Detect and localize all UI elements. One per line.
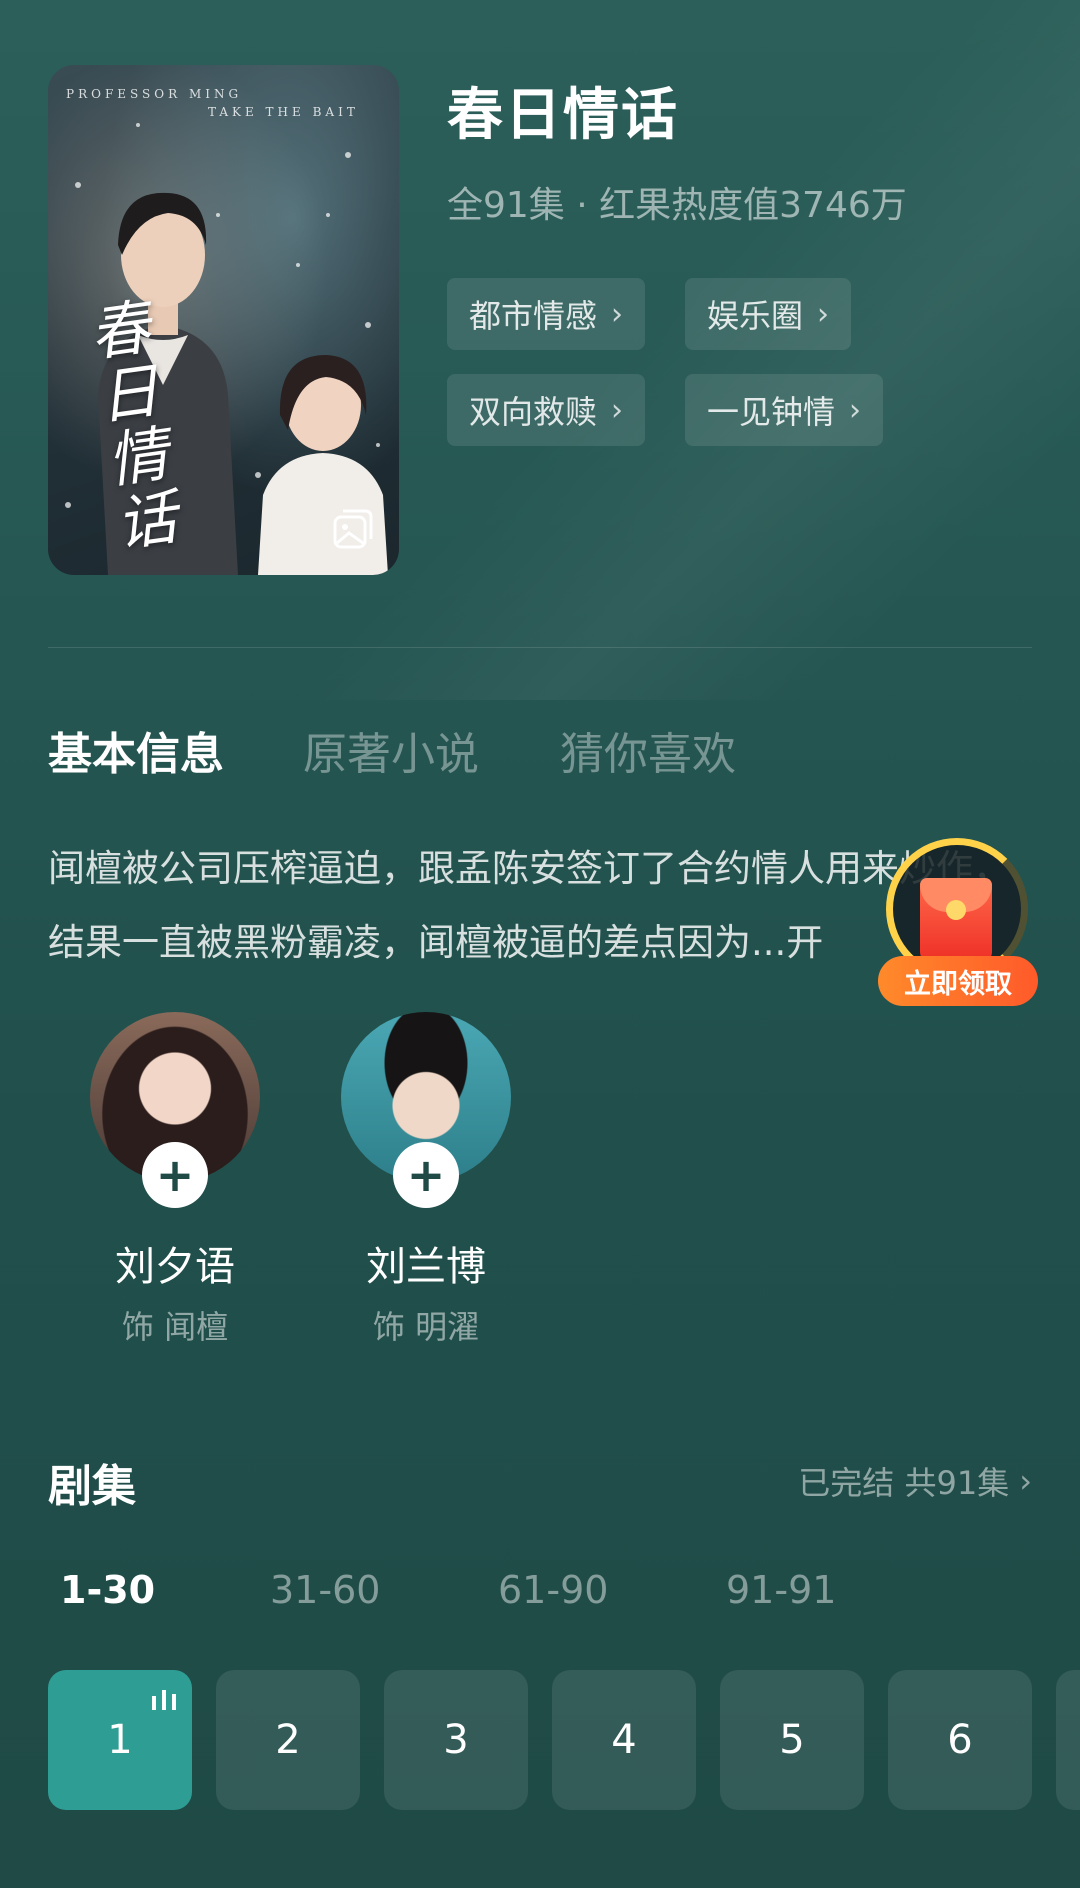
- range-tab[interactable]: 61-90: [498, 1568, 608, 1612]
- chevron-right-icon: ›: [611, 296, 624, 332]
- episode-button[interactable]: 3: [384, 1670, 528, 1810]
- episode-number: 2: [275, 1717, 301, 1763]
- episodes-status-link[interactable]: 已完结 共91集 ›: [798, 1458, 1032, 1504]
- cast-name: 刘夕语: [115, 1244, 235, 1290]
- poster-english-subtitle: TAKE THE BAIT: [208, 105, 359, 119]
- chevron-right-icon: ›: [1019, 1462, 1032, 1500]
- tag-love-at-first-sight[interactable]: 一见钟情 ›: [685, 374, 884, 446]
- tab-original-novel[interactable]: 原著小说: [303, 718, 479, 782]
- tag-label: 双向救赎: [469, 393, 598, 431]
- gallery-icon[interactable]: [329, 505, 377, 553]
- range-tab[interactable]: 91-91: [726, 1568, 836, 1612]
- follow-plus-icon[interactable]: +: [142, 1142, 208, 1208]
- episodes-status: 已完结 共91集: [798, 1464, 1010, 1502]
- episodes-heading: 剧集: [48, 1461, 136, 1512]
- tag-mutual-redemption[interactable]: 双向救赎 ›: [447, 374, 646, 446]
- red-packet-reward[interactable]: 立即领取: [878, 832, 1038, 1012]
- tag-label: 都市情感: [469, 297, 598, 335]
- tab-recommendations[interactable]: 猜你喜欢: [560, 718, 736, 782]
- poster-english-title: PROFESSOR MING: [66, 87, 243, 101]
- episode-button-partial[interactable]: [1056, 1670, 1080, 1810]
- divider: [48, 647, 1032, 648]
- red-envelope-icon: [920, 878, 992, 962]
- episode-button[interactable]: 1: [48, 1670, 192, 1810]
- follow-plus-icon[interactable]: +: [393, 1142, 459, 1208]
- episode-button[interactable]: 6: [888, 1670, 1032, 1810]
- episode-button[interactable]: 5: [720, 1670, 864, 1810]
- tab-basic-info[interactable]: 基本信息: [48, 718, 224, 782]
- tag-urban-romance[interactable]: 都市情感 ›: [447, 278, 646, 350]
- drama-meta: 全91集 · 红果热度值3746万: [447, 185, 907, 226]
- episode-number: 4: [611, 1717, 637, 1763]
- drama-poster[interactable]: PROFESSOR MING TAKE THE BAIT 春日情话: [48, 65, 399, 575]
- tag-entertainment[interactable]: 娱乐圈 ›: [685, 278, 852, 350]
- cast-name: 刘兰博: [366, 1244, 486, 1290]
- tag-label: 一见钟情: [707, 393, 836, 431]
- cast-role: 饰 明濯: [372, 1308, 480, 1346]
- episode-number: 1: [107, 1717, 133, 1763]
- tag-label: 娱乐圈: [707, 297, 804, 335]
- episode-button[interactable]: 2: [216, 1670, 360, 1810]
- range-tab[interactable]: 1-30: [60, 1568, 155, 1612]
- range-tab[interactable]: 31-60: [270, 1568, 380, 1612]
- chevron-right-icon: ›: [849, 392, 862, 428]
- chevron-right-icon: ›: [611, 392, 624, 428]
- claim-now-button[interactable]: 立即领取: [878, 956, 1038, 1006]
- now-playing-icon: [152, 1690, 176, 1710]
- drama-title: 春日情话: [447, 83, 679, 148]
- episode-number: 6: [947, 1717, 973, 1763]
- cast-member[interactable]: + 刘兰博 饰 明濯: [341, 1012, 511, 1346]
- cast-role: 饰 闻檀: [121, 1308, 229, 1346]
- episode-number: 5: [779, 1717, 805, 1763]
- episode-button[interactable]: 4: [552, 1670, 696, 1810]
- cast-member[interactable]: + 刘夕语 饰 闻檀: [90, 1012, 260, 1346]
- chevron-right-icon: ›: [817, 296, 830, 332]
- episode-number: 3: [443, 1717, 469, 1763]
